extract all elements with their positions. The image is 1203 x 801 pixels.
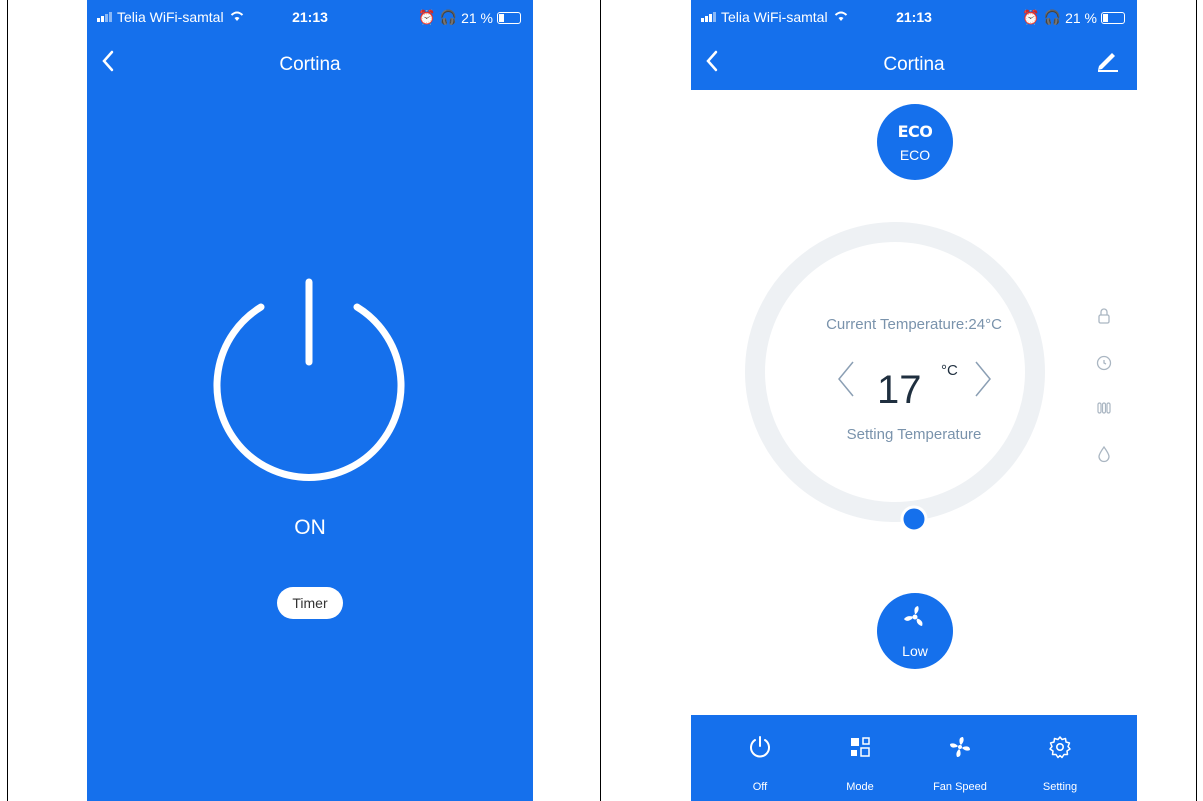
drop-icon[interactable] [1094,444,1114,464]
carrier-label: Telia WiFi-samtal [721,9,828,25]
signal-icon [97,12,112,22]
alarm-icon: ⏰ [418,9,436,25]
fan-speed-button[interactable]: Low [877,593,953,669]
right-screen: Telia WiFi-samtal 21:13 ⏰ 🎧 21 % Cortina… [691,0,1137,801]
mode-icon [851,737,870,757]
set-temperature-value: 17 [877,368,922,412]
alarm-icon: ⏰ [1022,9,1040,25]
page-title: Cortina [279,54,341,75]
tab-setting[interactable]: Setting [1015,715,1105,801]
clock: 21:13 [896,9,932,25]
clock: 21:13 [292,9,328,25]
headphones-icon: 🎧 [439,9,458,25]
chevron-left-icon [838,361,854,397]
power-toggle-button[interactable] [209,277,409,487]
fan-icon [904,606,923,626]
status-bar: Telia WiFi-samtal 21:13 ⏰ 🎧 21 % [691,0,1137,36]
timer-icon[interactable] [1094,352,1114,372]
carrier-label: Telia WiFi-samtal [117,9,224,25]
temperature-unit: °C [941,362,958,379]
left-screen: Telia WiFi-samtal 21:13 ⏰ 🎧 21 % Cortina… [87,0,533,801]
setting-temperature-label: Setting Temperature [846,426,982,443]
tab-off[interactable]: Off [715,715,805,801]
battery-percent: 21 % [1065,9,1097,26]
decrease-temp-button[interactable] [836,360,856,407]
gear-icon [1049,736,1071,759]
chevron-right-icon [975,361,991,397]
tab-off-label: Off [752,781,768,793]
eco-mode-button[interactable]: ECO ECO [877,104,953,180]
tab-setting-label: Setting [1042,781,1078,793]
heater-icon[interactable] [1094,398,1114,418]
dial-handle[interactable] [900,505,928,532]
page-title: Cortina [883,54,945,75]
status-bar: Telia WiFi-samtal 21:13 ⏰ 🎧 21 % [87,0,533,36]
battery-icon [497,11,521,24]
frame-border-right [1196,0,1197,801]
current-temperature: Current Temperature:24°C [826,316,1002,333]
edit-icon[interactable] [1095,46,1121,72]
signal-icon [701,12,716,22]
frame-border-middle [600,0,601,801]
tab-fan-speed-label: Fan Speed [933,781,987,793]
bottom-tab-bar: Off Mode Fan Speed Setting [691,715,1137,801]
headphones-icon: 🎧 [1043,9,1062,25]
eco-icon: ECO [897,122,933,141]
frame-border-left [7,0,8,801]
power-icon [750,736,770,758]
power-state-label: ON [294,516,326,539]
wifi-icon [833,9,849,25]
tab-mode[interactable]: Mode [815,715,905,801]
battery-icon [1101,11,1125,24]
increase-temp-button[interactable] [973,360,993,407]
fan-speed-label: Low [902,643,928,659]
fan-icon [950,737,970,757]
eco-label: ECO [899,147,931,163]
battery-percent: 21 % [461,9,493,26]
timer-button[interactable]: Timer [277,587,343,619]
lock-icon[interactable] [1094,306,1114,326]
wifi-icon [229,9,245,25]
tab-mode-label: Mode [846,781,874,793]
tab-fan-speed[interactable]: Fan Speed [915,715,1005,801]
